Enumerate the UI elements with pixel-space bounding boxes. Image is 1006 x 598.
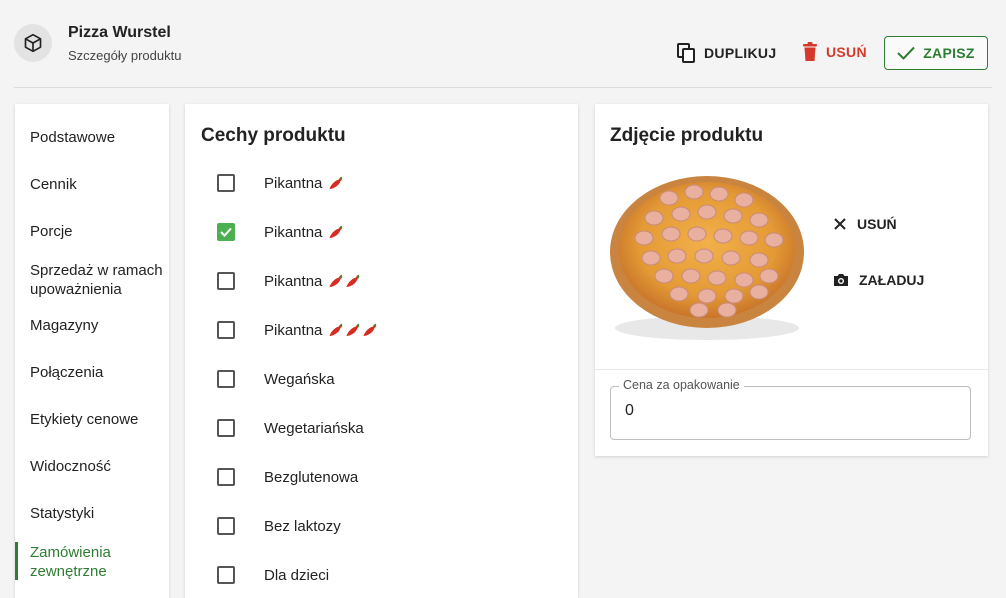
feature-checkbox[interactable] bbox=[217, 370, 235, 388]
product-photo bbox=[609, 176, 805, 344]
feature-checkbox[interactable] bbox=[217, 174, 235, 192]
copy-icon bbox=[677, 43, 695, 63]
save-button[interactable]: ZAPISZ bbox=[884, 36, 988, 70]
features-card: Cechy produktu Pikantna Pikantna Pikantna P… bbox=[185, 104, 578, 598]
feature-row[interactable]: Wegetariańska bbox=[217, 416, 557, 440]
feature-label: Bezglutenowa bbox=[264, 468, 359, 486]
feature-label: Dla dzieci bbox=[264, 566, 330, 584]
feature-checkbox[interactable] bbox=[217, 272, 235, 290]
feature-row[interactable]: Pikantna bbox=[217, 220, 557, 244]
feature-label: Pikantna bbox=[264, 321, 323, 339]
feature-checkbox[interactable] bbox=[217, 419, 235, 437]
feature-checkbox[interactable] bbox=[217, 566, 235, 584]
feature-label: Pikantna bbox=[264, 223, 323, 241]
feature-checkbox[interactable] bbox=[217, 321, 235, 339]
page-subtitle: Szczegóły produktu bbox=[68, 48, 182, 63]
check-icon bbox=[897, 46, 915, 60]
photo-card: Zdjęcie produktu USUŃ ZAŁADUJ Cena za op… bbox=[595, 104, 988, 456]
feature-checkbox[interactable] bbox=[217, 517, 235, 535]
duplicate-button[interactable]: DUPLIKUJ bbox=[676, 42, 776, 64]
feature-row[interactable]: Dla dzieci bbox=[217, 563, 557, 587]
package-price-input[interactable] bbox=[623, 401, 957, 421]
sidebar-item-podstawowe[interactable]: Podstawowe bbox=[30, 128, 170, 147]
delete-label: USUŃ bbox=[826, 44, 867, 60]
sidebar-item-cennik[interactable]: Cennik bbox=[30, 175, 170, 194]
page-title: Pizza Wurstel bbox=[68, 24, 171, 41]
feature-row[interactable]: Pikantna bbox=[217, 171, 557, 195]
save-label: ZAPISZ bbox=[923, 45, 975, 61]
page-header: Pizza Wurstel Szczegóły produktu DUPLIKU… bbox=[0, 0, 1006, 88]
sidebar-item-sprzedaz[interactable]: Sprzedaż w ramach upoważnienia bbox=[30, 261, 170, 299]
sidebar-item-statystyki[interactable]: Statystyki bbox=[30, 504, 170, 523]
feature-row[interactable]: Bezglutenowa bbox=[217, 465, 557, 489]
upload-photo-button[interactable]: ZAŁADUJ bbox=[833, 272, 924, 288]
feature-row[interactable]: Bez laktozy bbox=[217, 514, 557, 538]
feature-row[interactable]: Pikantna bbox=[217, 318, 557, 342]
feature-label: Pikantna bbox=[264, 272, 323, 290]
photo-divider bbox=[595, 369, 988, 370]
duplicate-label: DUPLIKUJ bbox=[704, 45, 777, 61]
product-avatar bbox=[14, 24, 52, 62]
sidebar-item-porcje[interactable]: Porcje bbox=[30, 222, 170, 241]
sidebar-item-polaczenia[interactable]: Połączenia bbox=[30, 363, 170, 382]
pizza-image bbox=[610, 176, 804, 340]
chili-pepper-icon bbox=[328, 175, 345, 196]
package-price-label: Cena za opakowanie bbox=[619, 378, 744, 392]
photo-title: Zdjęcie produktu bbox=[610, 125, 764, 146]
chili-pepper-icon bbox=[328, 224, 345, 245]
delete-button[interactable]: USUŃ bbox=[802, 42, 867, 62]
chili-pepper-icon bbox=[328, 273, 362, 294]
chili-pepper-icon bbox=[328, 322, 379, 343]
feature-checkbox[interactable] bbox=[217, 223, 235, 241]
feature-label: Pikantna bbox=[264, 174, 323, 192]
sidebar-nav: Podstawowe Cennik Porcje Sprzedaż w rama… bbox=[15, 104, 169, 598]
features-title: Cechy produktu bbox=[201, 125, 346, 146]
feature-row[interactable]: Wegańska bbox=[217, 367, 557, 391]
feature-checkbox[interactable] bbox=[217, 468, 235, 486]
package-price-field: Cena za opakowanie bbox=[610, 378, 971, 440]
header-divider bbox=[14, 87, 992, 88]
feature-row[interactable]: Pikantna bbox=[217, 269, 557, 293]
sidebar-item-etykiety-cenowe[interactable]: Etykiety cenowe bbox=[30, 410, 170, 429]
trash-icon bbox=[803, 42, 817, 61]
cube-icon bbox=[24, 33, 42, 53]
feature-label: Wegetariańska bbox=[264, 419, 364, 437]
sidebar-item-zamowienia-zewnetrzne[interactable]: Zamówienia zewnętrzne bbox=[30, 543, 170, 581]
feature-label: Wegańska bbox=[264, 370, 335, 388]
upload-photo-label: ZAŁADUJ bbox=[859, 272, 925, 288]
remove-photo-button[interactable]: USUŃ bbox=[833, 216, 897, 232]
remove-photo-label: USUŃ bbox=[857, 216, 897, 232]
sidebar-item-magazyny[interactable]: Magazyny bbox=[30, 316, 170, 335]
camera-icon bbox=[834, 274, 848, 286]
active-indicator bbox=[15, 542, 18, 580]
sidebar-item-widocznosc[interactable]: Widoczność bbox=[30, 457, 170, 476]
close-icon bbox=[834, 218, 846, 230]
feature-label: Bez laktozy bbox=[264, 517, 341, 535]
check-icon bbox=[220, 227, 232, 237]
